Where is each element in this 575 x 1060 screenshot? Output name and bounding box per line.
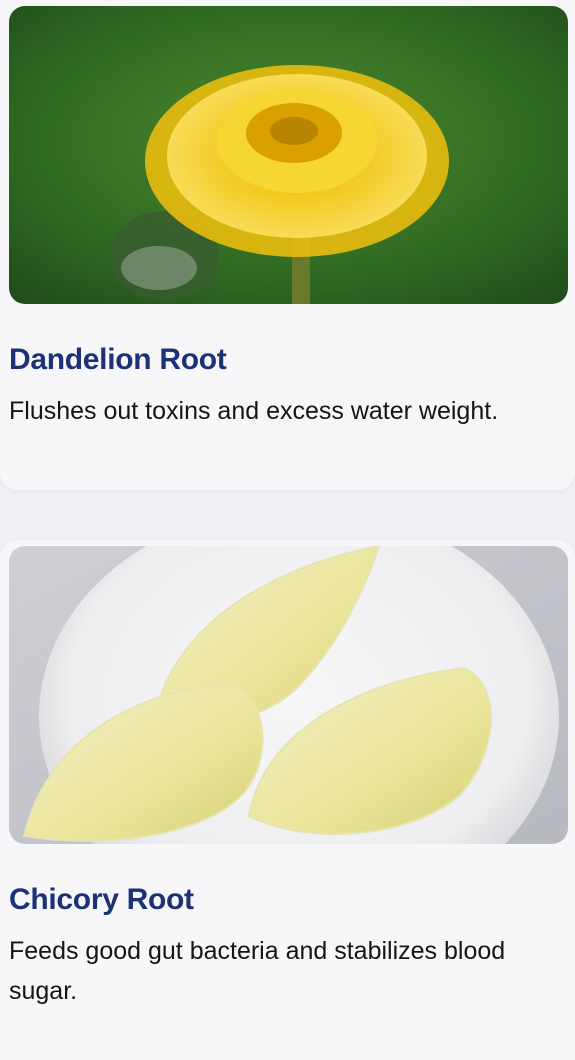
chicory-photo <box>9 546 568 844</box>
herb-title: Chicory Root <box>9 883 194 916</box>
herb-card-chicory[interactable]: Chicory Root Feeds good gut bacteria and… <box>0 540 575 1060</box>
herb-description: Flushes out toxins and excess water weig… <box>9 397 499 425</box>
dandelion-image <box>9 6 568 304</box>
herb-description: Feeds good gut bacteria and stabilizes b… <box>9 937 506 1005</box>
herb-title: Dandelion Root <box>9 343 227 376</box>
chicory-image <box>9 546 568 844</box>
herb-feed: Dandelion Root Flushes out toxins and ex… <box>0 0 575 1060</box>
dandelion-photo <box>9 6 568 304</box>
herb-card-dandelion[interactable]: Dandelion Root Flushes out toxins and ex… <box>0 0 575 490</box>
